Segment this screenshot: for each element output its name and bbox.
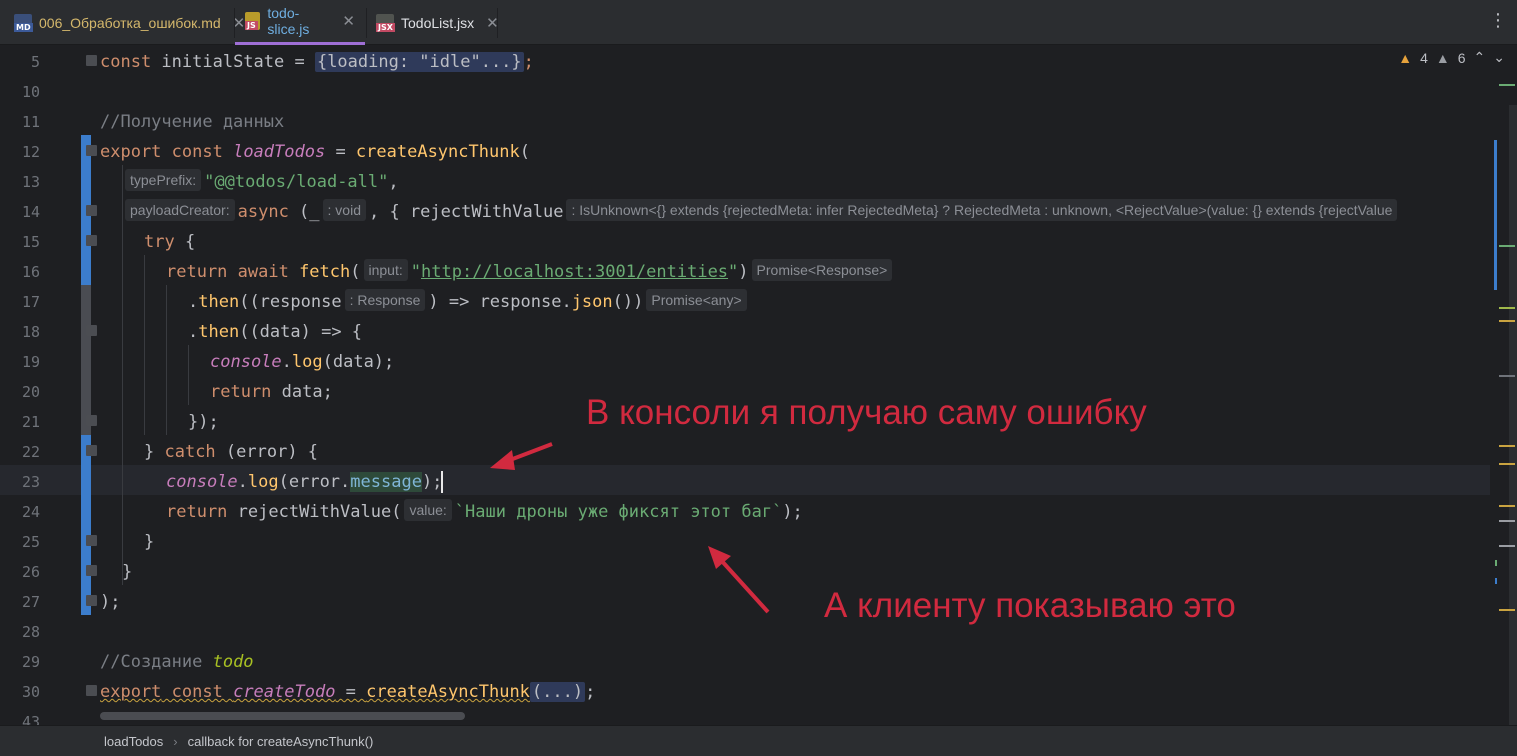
annotation-arrows [490, 442, 770, 614]
javascript-file-icon: JS [245, 12, 261, 30]
breadcrumb-item[interactable]: callback for createAsyncThunk() [188, 734, 374, 749]
code-editor[interactable]: 5 10 11 12 13 14 15 16 17 18 19 20 21 22… [0, 45, 1517, 725]
arrow-to-error-message [490, 442, 553, 470]
markdown-file-icon: MD [14, 13, 33, 32]
arrow-shaft [718, 557, 770, 614]
arrow-head [490, 450, 515, 470]
tab-label: 006_Обработка_ошибок.md [39, 14, 221, 31]
editor-tab-bar: MD 006_Обработка_ошибок.md ✕ JS todo-sli… [0, 0, 1517, 45]
arrow-to-reject-value [708, 546, 770, 614]
tab-todo-slice[interactable]: JS todo-slice.js ✕ [235, 0, 365, 45]
close-icon[interactable]: ✕ [342, 12, 355, 30]
breadcrumb-separator: › [173, 733, 178, 749]
jsx-file-icon: JSX [376, 13, 395, 32]
tab-label: todo-slice.js [267, 5, 310, 37]
tab-markdown-file[interactable]: MD 006_Обработка_ошибок.md ✕ [14, 0, 245, 45]
breadcrumb: loadTodos › callback for createAsyncThun… [0, 725, 1517, 756]
tab-divider [366, 8, 367, 38]
tab-divider [497, 8, 498, 38]
tab-todolist[interactable]: JSX TodoList.jsx ✕ [376, 0, 499, 45]
more-options-icon[interactable]: ⋮ [1489, 10, 1507, 31]
tab-label: TodoList.jsx [401, 14, 475, 31]
breadcrumb-item[interactable]: loadTodos [104, 734, 163, 749]
